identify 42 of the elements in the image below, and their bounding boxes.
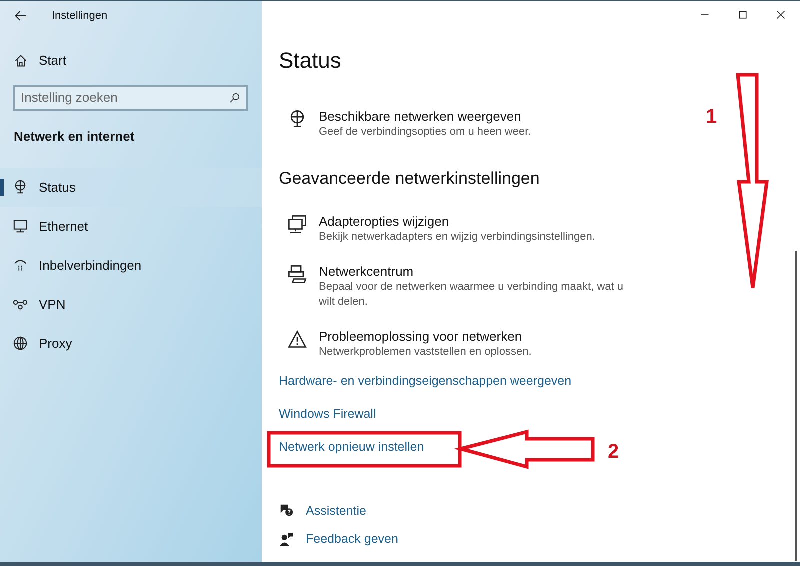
- search-icon: [229, 92, 241, 104]
- help-link[interactable]: Assistentie: [279, 502, 366, 520]
- setting-item[interactable]: Beschikbare netwerken weergeven Geef de verbindingsopties om u heen weer.: [279, 109, 639, 140]
- setting-item[interactable]: Adapteropties wijzigen Bekijk netwerkadapters en wijzig verbindingsinstellingen.: [279, 214, 639, 244]
- maximize-icon: [737, 9, 749, 21]
- annotation-number: 1: [706, 105, 718, 130]
- back-arrow-icon: [14, 9, 28, 23]
- monitors-icon: [288, 214, 307, 234]
- home-link[interactable]: Start: [0, 51, 66, 70]
- item-description: Bekijk netwerkadapters en wijzig verbindingsinstellingen.: [319, 230, 596, 244]
- item-description: Geef de verbindingsopties om u heen weer.: [319, 125, 532, 140]
- page-title: Status: [279, 47, 342, 75]
- nav-item[interactable]: Inbelverbindingen: [0, 246, 262, 285]
- chat-help-icon: [279, 503, 294, 518]
- vpn-icon: [13, 297, 28, 312]
- item-description: Bepaal voor de netwerken waarmee u verbinding maakt, wat u wilt delen.: [319, 280, 625, 310]
- person-feedback-icon: [279, 532, 294, 548]
- globe-icon: [13, 336, 28, 351]
- warning-icon: [288, 330, 307, 348]
- annotation-number: 2: [608, 440, 620, 465]
- item-description: Netwerkproblemen vaststellen en oplossen.: [319, 344, 532, 360]
- setting-item[interactable]: Netwerkcentrum Bepaal voor de netwerken waarmee u verbinding maakt, wat u wilt delen.: [279, 264, 639, 310]
- scrollbar[interactable]: [795, 251, 797, 561]
- nav-item[interactable]: VPN: [0, 285, 262, 324]
- search-field[interactable]: Instelling zoeken: [13, 84, 248, 110]
- nav-item[interactable]: Proxy: [0, 324, 262, 363]
- link[interactable]: Hardware- en verbindingseigenschappen weergeven: [279, 372, 572, 388]
- nav-item[interactable]: Status: [0, 168, 262, 207]
- link[interactable]: Windows Firewall: [279, 406, 376, 422]
- window-title: Instellingen: [52, 8, 108, 24]
- setting-item[interactable]: Probleemoplossing voor netwerken Netwerkproblemen vaststellen en oplossen.: [279, 328, 639, 360]
- help-link[interactable]: Feedback geven: [279, 530, 398, 549]
- section-heading: Geavanceerde netwerkinstellingen: [279, 168, 541, 190]
- monitor-icon: [13, 219, 28, 234]
- network-folder-icon: [288, 264, 307, 284]
- close-icon: [775, 9, 787, 21]
- home-icon: [14, 54, 28, 68]
- globe-monitor-icon: [288, 110, 307, 129]
- globe-monitor-icon: [13, 180, 28, 195]
- nav-item[interactable]: Ethernet: [0, 207, 262, 246]
- section-heading: Netwerk en internet: [14, 128, 136, 146]
- link[interactable]: Netwerk opnieuw instellen: [279, 438, 424, 454]
